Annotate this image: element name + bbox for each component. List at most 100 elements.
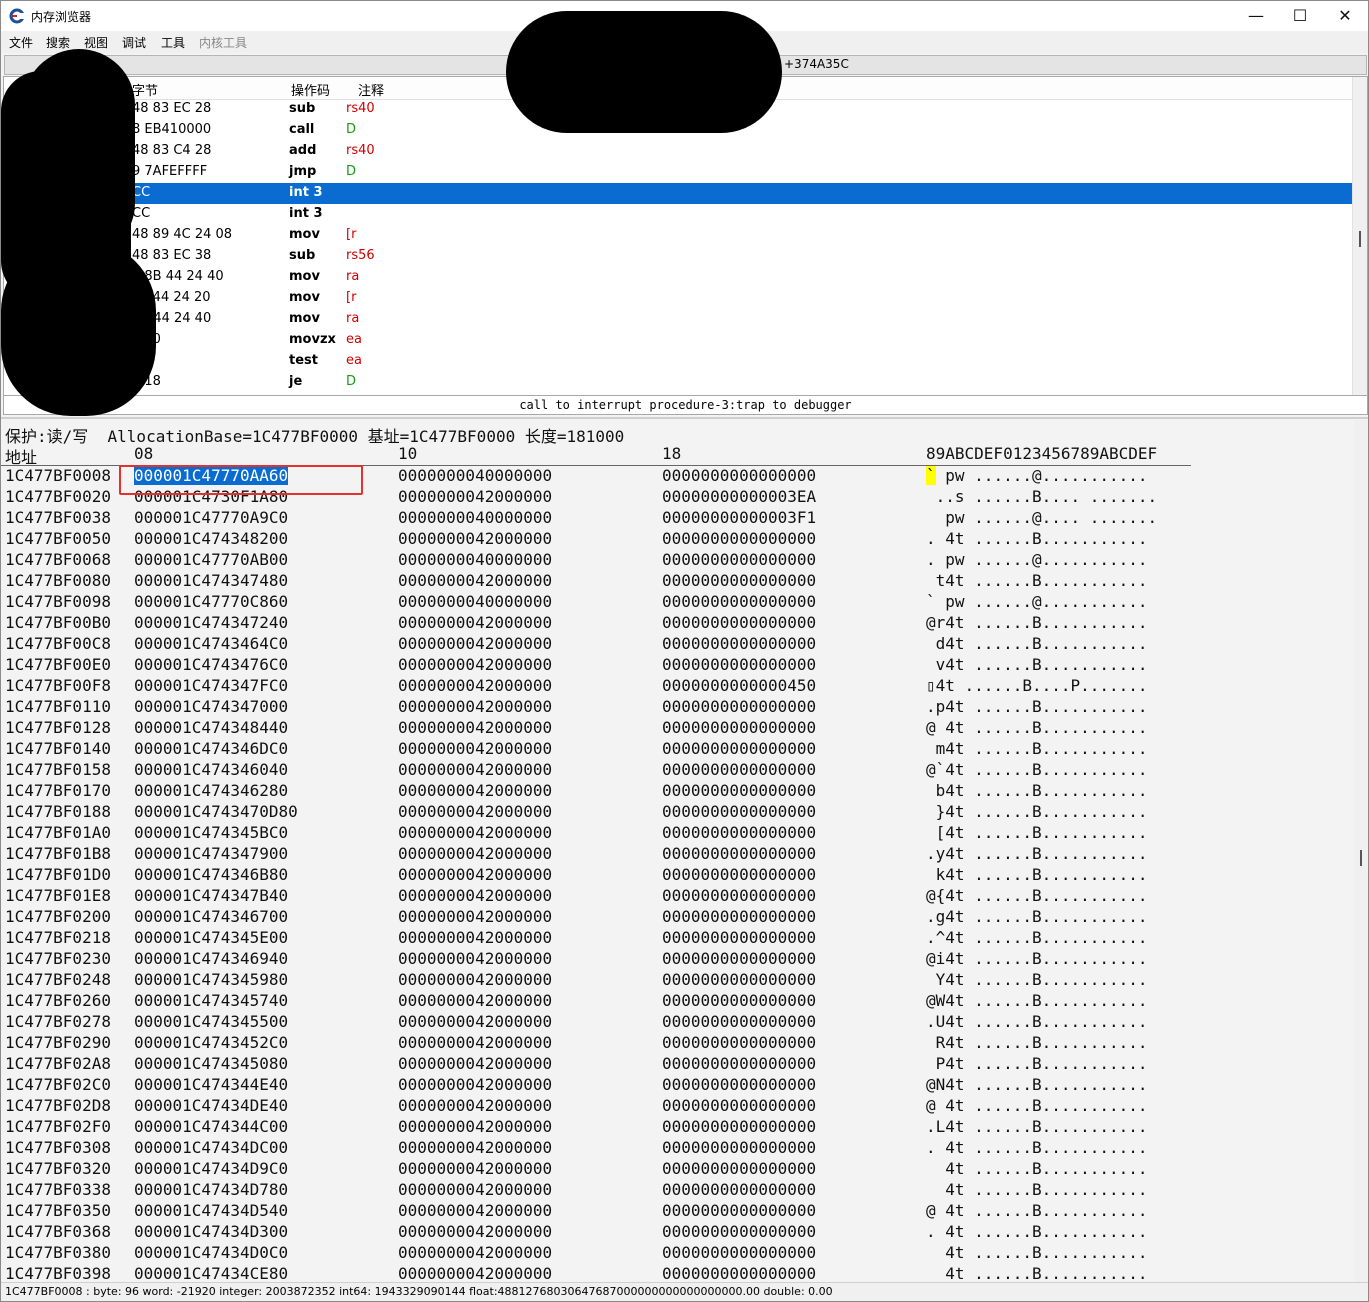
qword-18[interactable]: 0000000000000000 <box>662 865 816 884</box>
qword-08[interactable]: 000001C474346280 <box>134 781 288 800</box>
pane-splitter[interactable] <box>1 417 1368 419</box>
qword-08[interactable]: 000001C474348200 <box>134 529 288 548</box>
hex-row[interactable]: 1C477BF00B0 000001C474347240 0000000042000… <box>1 613 1201 634</box>
ascii-text[interactable]: .g4t ......B........... <box>926 907 1148 926</box>
qword-18[interactable]: 0000000000000000 <box>662 928 816 947</box>
qword-18[interactable]: 0000000000000000 <box>662 991 816 1010</box>
qword-18[interactable]: 0000000000000000 <box>662 1075 816 1094</box>
ascii-text[interactable]: ..s ......B.... ....... <box>926 487 1158 506</box>
qword-10[interactable]: 0000000042000000 <box>398 1012 552 1031</box>
ascii-text[interactable]: @i4t ......B........... <box>926 949 1148 968</box>
ascii-text[interactable]: k4t ......B........... <box>926 865 1148 884</box>
qword-10[interactable]: 0000000042000000 <box>398 844 552 863</box>
qword-10[interactable]: 0000000042000000 <box>398 1180 552 1199</box>
disasm-scrollbar[interactable] <box>1352 77 1367 395</box>
qword-10[interactable]: 0000000042000000 <box>398 1264 552 1282</box>
hex-row[interactable]: 1C477BF0050 000001C474348200 0000000042000… <box>1 529 1201 550</box>
maximize-button[interactable]: ☐ <box>1277 1 1323 31</box>
qword-08[interactable]: 000001C474345740 <box>134 991 288 1010</box>
qword-18[interactable]: 0000000000000000 <box>662 1117 816 1136</box>
ascii-text[interactable]: @r4t ......B........... <box>926 613 1148 632</box>
close-button[interactable]: ✕ <box>1322 1 1368 31</box>
hex-row[interactable]: 1C477BF0260 000001C474345740 0000000042000… <box>1 991 1201 1012</box>
qword-10[interactable]: 0000000040000000 <box>398 508 552 527</box>
disasm-row[interactable]: 89 44 24 20 mov [r <box>4 288 1352 309</box>
hex-row[interactable]: 1C477BF0380 000001C47434D0C0 0000000042000… <box>1 1243 1201 1264</box>
qword-10[interactable]: 0000000042000000 <box>398 1222 552 1241</box>
qword-08[interactable]: 000001C474345080 <box>134 1054 288 1073</box>
qword-08[interactable]: 000001C4743470D80 <box>134 802 298 821</box>
qword-10[interactable]: 0000000042000000 <box>398 886 552 905</box>
qword-10[interactable]: 0000000042000000 <box>398 781 552 800</box>
hex-row[interactable]: 1C477BF02D8 000001C47434DE40 0000000042000… <box>1 1096 1201 1117</box>
disasm-row[interactable]: 8 8B 44 24 40 mov ra <box>4 267 1352 288</box>
ascii-text[interactable]: Y4t ......B........... <box>926 970 1148 989</box>
qword-18[interactable]: 0000000000000000 <box>662 781 816 800</box>
ascii-text[interactable]: ` pw ......@........... <box>926 466 1148 485</box>
qword-18[interactable]: 0000000000000000 <box>662 907 816 926</box>
qword-18[interactable]: 0000000000000000 <box>662 613 816 632</box>
ascii-text[interactable]: .p4t ......B........... <box>926 697 1148 716</box>
qword-18[interactable]: 0000000000000000 <box>662 760 816 779</box>
qword-08[interactable]: 000001C474347B40 <box>134 886 288 905</box>
qword-10[interactable]: 0000000042000000 <box>398 718 552 737</box>
qword-08[interactable]: 000001C474347480 <box>134 571 288 590</box>
hex-row[interactable]: 1C477BF0068 000001C47770AB00 0000000040000… <box>1 550 1201 571</box>
ascii-text[interactable]: R4t ......B........... <box>926 1033 1148 1052</box>
qword-18[interactable]: 0000000000000000 <box>662 634 816 653</box>
ascii-text[interactable]: m4t ......B........... <box>926 739 1148 758</box>
qword-18[interactable]: 0000000000000000 <box>662 571 816 590</box>
qword-18[interactable]: 0000000000000000 <box>662 1159 816 1178</box>
header-comment[interactable]: 注释 <box>358 80 384 99</box>
hex-row[interactable]: 1C477BF02A8 000001C474345080 0000000042000… <box>1 1054 1201 1075</box>
hex-row[interactable]: 1C477BF0368 000001C47434D300 0000000042000… <box>1 1222 1201 1243</box>
hex-row[interactable]: 1C477BF0350 000001C47434D540 0000000042000… <box>1 1201 1201 1222</box>
qword-08[interactable]: 000001C474346700 <box>134 907 288 926</box>
qword-08[interactable]: 000001C474344C00 <box>134 1117 288 1136</box>
qword-10[interactable]: 0000000042000000 <box>398 1201 552 1220</box>
qword-10[interactable]: 0000000042000000 <box>398 802 552 821</box>
hex-row[interactable]: 1C477BF0110 000001C474347000 0000000042000… <box>1 697 1201 718</box>
ascii-text[interactable]: .y4t ......B........... <box>926 844 1148 863</box>
ascii-text[interactable]: .^4t ......B........... <box>926 928 1148 947</box>
hex-row[interactable]: 1C477BF02C0 000001C474344E40 0000000042000… <box>1 1075 1201 1096</box>
disasm-row[interactable]: CC int 3 <box>4 204 1352 225</box>
hex-row[interactable]: 1C477BF0290 000001C4743452C0 0000000042000… <box>1 1033 1201 1054</box>
qword-08[interactable]: 000001C47434D780 <box>134 1180 288 1199</box>
hex-row[interactable]: 1C477BF01D0 000001C474346B80 0000000042000… <box>1 865 1201 886</box>
qword-08[interactable]: 000001C474345980 <box>134 970 288 989</box>
disasm-row[interactable]: 48 89 4C 24 08 mov [r <box>4 225 1352 246</box>
ascii-text[interactable]: b4t ......B........... <box>926 781 1148 800</box>
qword-08[interactable]: 000001C474346B80 <box>134 865 288 884</box>
qword-10[interactable]: 0000000042000000 <box>398 634 552 653</box>
qword-08[interactable]: 000001C474347FC0 <box>134 676 288 695</box>
qword-18[interactable]: 0000000000000000 <box>662 970 816 989</box>
qword-10[interactable]: 0000000040000000 <box>398 592 552 611</box>
ascii-text[interactable]: @`4t ......B........... <box>926 760 1148 779</box>
hex-row[interactable]: 1C477BF0230 000001C474346940 0000000042000… <box>1 949 1201 970</box>
menu-search[interactable]: 搜索 <box>46 34 70 51</box>
ascii-text[interactable]: @ 4t ......B........... <box>926 1096 1148 1115</box>
qword-08[interactable]: 000001C47434DE40 <box>134 1096 288 1115</box>
header-bytes[interactable]: 字节 <box>132 80 158 99</box>
qword-08[interactable]: 000001C474346DC0 <box>134 739 288 758</box>
hex-row[interactable]: 1C477BF0308 000001C47434DC00 0000000042000… <box>1 1138 1201 1159</box>
hex-row[interactable]: 1C477BF0128 000001C474348440 0000000042000… <box>1 718 1201 739</box>
ascii-text[interactable]: . 4t ......B........... <box>926 1138 1148 1157</box>
qword-18[interactable]: 0000000000000000 <box>662 949 816 968</box>
ascii-text[interactable]: ▯4t ......B....P....... <box>926 676 1148 695</box>
disasm-row[interactable]: 4 18 je D <box>4 372 1352 393</box>
hex-row[interactable]: 1C477BF0278 000001C474345500 0000000042000… <box>1 1012 1201 1033</box>
qword-10[interactable]: 0000000042000000 <box>398 739 552 758</box>
ascii-text[interactable]: }4t ......B........... <box>926 802 1148 821</box>
qword-18[interactable]: 0000000000000000 <box>662 529 816 548</box>
menu-debug[interactable]: 调试 <box>122 34 146 51</box>
ascii-text[interactable]: .U4t ......B........... <box>926 1012 1148 1031</box>
hex-row[interactable]: 1C477BF0398 000001C47434CE80 0000000042000… <box>1 1264 1201 1282</box>
qword-10[interactable]: 0000000042000000 <box>398 1117 552 1136</box>
menu-tools[interactable]: 工具 <box>161 34 185 51</box>
qword-18[interactable]: 0000000000000000 <box>662 802 816 821</box>
qword-18[interactable]: 0000000000000000 <box>662 1096 816 1115</box>
qword-10[interactable]: 0000000042000000 <box>398 907 552 926</box>
ascii-text[interactable]: t4t ......B........... <box>926 571 1148 590</box>
